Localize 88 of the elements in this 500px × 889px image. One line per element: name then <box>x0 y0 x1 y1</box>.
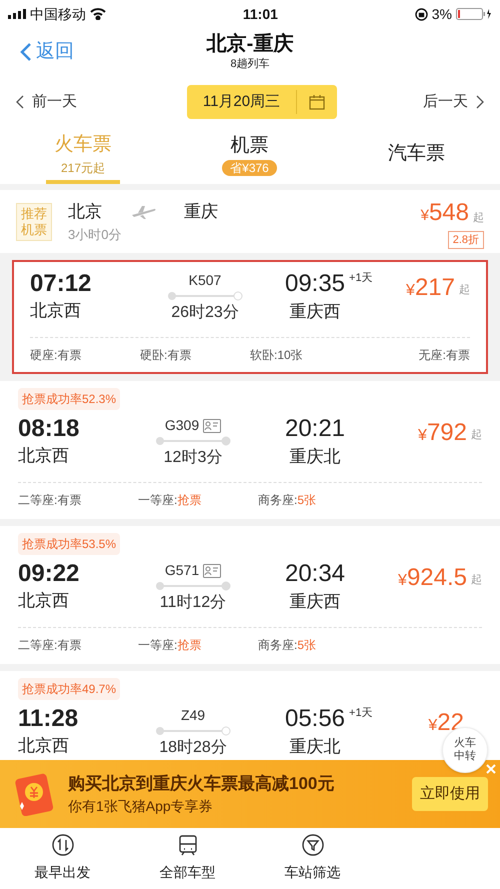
price-suffix: 起 <box>473 211 484 226</box>
arrival-time: 09:35 <box>284 270 346 297</box>
promo-banner[interactable]: 购买北京到重庆火车票最高减100元 你有1张飞猪App专享券 立即使用 <box>0 760 500 828</box>
discount-tag: 2.8折 <box>448 230 484 248</box>
duration: 26时23分 <box>171 302 239 323</box>
departure-time: 08:18 <box>18 415 80 443</box>
promo-title: 购买北京到重庆火车票最高减100元 <box>68 772 334 795</box>
next-day-label: +1天 <box>349 706 373 721</box>
use-now-button[interactable]: 立即使用 <box>412 776 488 812</box>
arrival-time: 20:34 <box>284 560 346 587</box>
duration: 11时12分 <box>160 592 226 613</box>
page-title: 北京-重庆 <box>206 32 294 56</box>
train-number: G309 <box>164 416 200 435</box>
back-chevron-icon <box>20 42 32 62</box>
success-rate-tag: 抢票成功率49.7% <box>18 678 120 700</box>
date-selector[interactable]: 11月20周三 <box>186 85 338 119</box>
bottom-nav-item[interactable]: 车站筛选 <box>250 828 375 889</box>
rotation-lock-icon <box>414 8 428 20</box>
price: ¥217 <box>406 273 455 303</box>
seat-availability: 软卧:10张 <box>250 347 304 364</box>
signal-icon <box>8 9 26 19</box>
train-card[interactable]: 抢票成功率52.3% 08:18 北京西 G309 12时3分 20:21 重庆北 ¥792 起 二等座:有票 一等座:抢票 商务座:5张 <box>0 381 500 519</box>
departure-time: 11:28 <box>18 705 80 733</box>
transport-tab[interactable]: 机票 省¥376 <box>166 128 333 184</box>
arrival-station: 重庆西 <box>290 591 340 613</box>
previous-day-button[interactable]: 前一天 <box>16 90 77 114</box>
recommended-flight-tag: 推荐机票 <box>16 202 52 240</box>
wifi-icon <box>90 8 106 20</box>
next-day-label: +1天 <box>349 271 373 286</box>
price-suffix: 起 <box>459 283 470 298</box>
sort-icon <box>52 834 74 856</box>
arrival-time: 05:56 <box>284 705 346 732</box>
seat-availability: 一等座:抢票 <box>138 637 202 654</box>
clock: 11:01 <box>242 4 278 24</box>
departure-station: 北京西 <box>30 300 82 322</box>
seat-availability: 二等座:有票 <box>18 492 82 509</box>
train-icon <box>176 834 198 856</box>
duration: 12时3分 <box>164 448 222 468</box>
seat-availability: 硬卧:有票 <box>140 347 192 364</box>
train-number: G571 <box>164 561 200 580</box>
flight-origin: 北京 <box>68 201 102 223</box>
arrival-time: 20:21 <box>284 415 346 442</box>
arrival-station: 重庆北 <box>290 736 340 758</box>
seat-availability: 硬座:有票 <box>30 347 82 364</box>
airplane-icon <box>130 204 156 219</box>
price: ¥924.5 <box>398 563 467 593</box>
flight-destination: 重庆 <box>184 201 218 223</box>
success-rate-tag: 抢票成功率52.3% <box>18 388 120 410</box>
bottom-nav-item[interactable]: 最早出发 <box>0 828 125 889</box>
arrival-station: 重庆西 <box>290 301 340 323</box>
train-number: Z49 <box>180 706 206 725</box>
departure-time: 07:12 <box>30 270 92 298</box>
price: ¥792 <box>418 418 467 448</box>
flight-price: ¥548 <box>420 198 469 228</box>
seat-availability: 商务座:5张 <box>258 492 318 509</box>
bottom-nav-item[interactable]: 全部车型 <box>125 828 250 889</box>
transport-tab[interactable]: 汽车票 <box>333 128 500 184</box>
battery-percent: 3% <box>432 4 452 24</box>
promo-subtitle: 你有1张飞猪App专享券 <box>68 797 214 816</box>
close-icon[interactable] <box>486 764 496 774</box>
train-count: 8趟列车 <box>230 56 270 72</box>
battery-icon <box>456 8 492 20</box>
price-suffix: 起 <box>471 573 482 588</box>
train-number: K507 <box>188 271 222 290</box>
seat-availability: 商务座:5张 <box>258 637 318 654</box>
next-day-button[interactable]: 后一天 <box>422 90 484 114</box>
id-card-icon <box>203 564 222 578</box>
departure-station: 北京西 <box>18 735 70 757</box>
seat-availability: 二等座:有票 <box>18 637 82 654</box>
departure-station: 北京西 <box>18 590 70 612</box>
duration: 18时28分 <box>159 738 227 758</box>
arrival-station: 重庆北 <box>290 446 340 468</box>
departure-time: 09:22 <box>18 560 80 588</box>
seat-availability: 无座:有票 <box>418 347 470 364</box>
right-chevron-icon <box>476 95 484 109</box>
filter-icon <box>302 834 324 856</box>
id-card-icon <box>203 418 222 432</box>
departure-station: 北京西 <box>18 445 70 467</box>
flight-duration: 3小时0分 <box>68 226 122 244</box>
success-rate-tag: 抢票成功率53.5% <box>18 533 120 555</box>
price-suffix: 起 <box>471 428 482 443</box>
flight-card[interactable]: 推荐机票 北京 重庆 3小时0分 ¥548 起 2.8折 <box>0 190 500 253</box>
left-chevron-icon <box>16 95 24 109</box>
calendar-icon <box>309 94 326 110</box>
seat-availability: 一等座:抢票 <box>138 492 202 509</box>
carrier-name: 中国移动 <box>30 4 86 24</box>
train-card[interactable]: 抢票成功率53.5% 09:22 北京西 G571 11时12分 20:34 重庆西 ¥924.5 起 二等座:有票 一等座:抢票 商务座:5张 <box>0 526 500 664</box>
selected-date: 11月20周三 <box>202 92 282 112</box>
